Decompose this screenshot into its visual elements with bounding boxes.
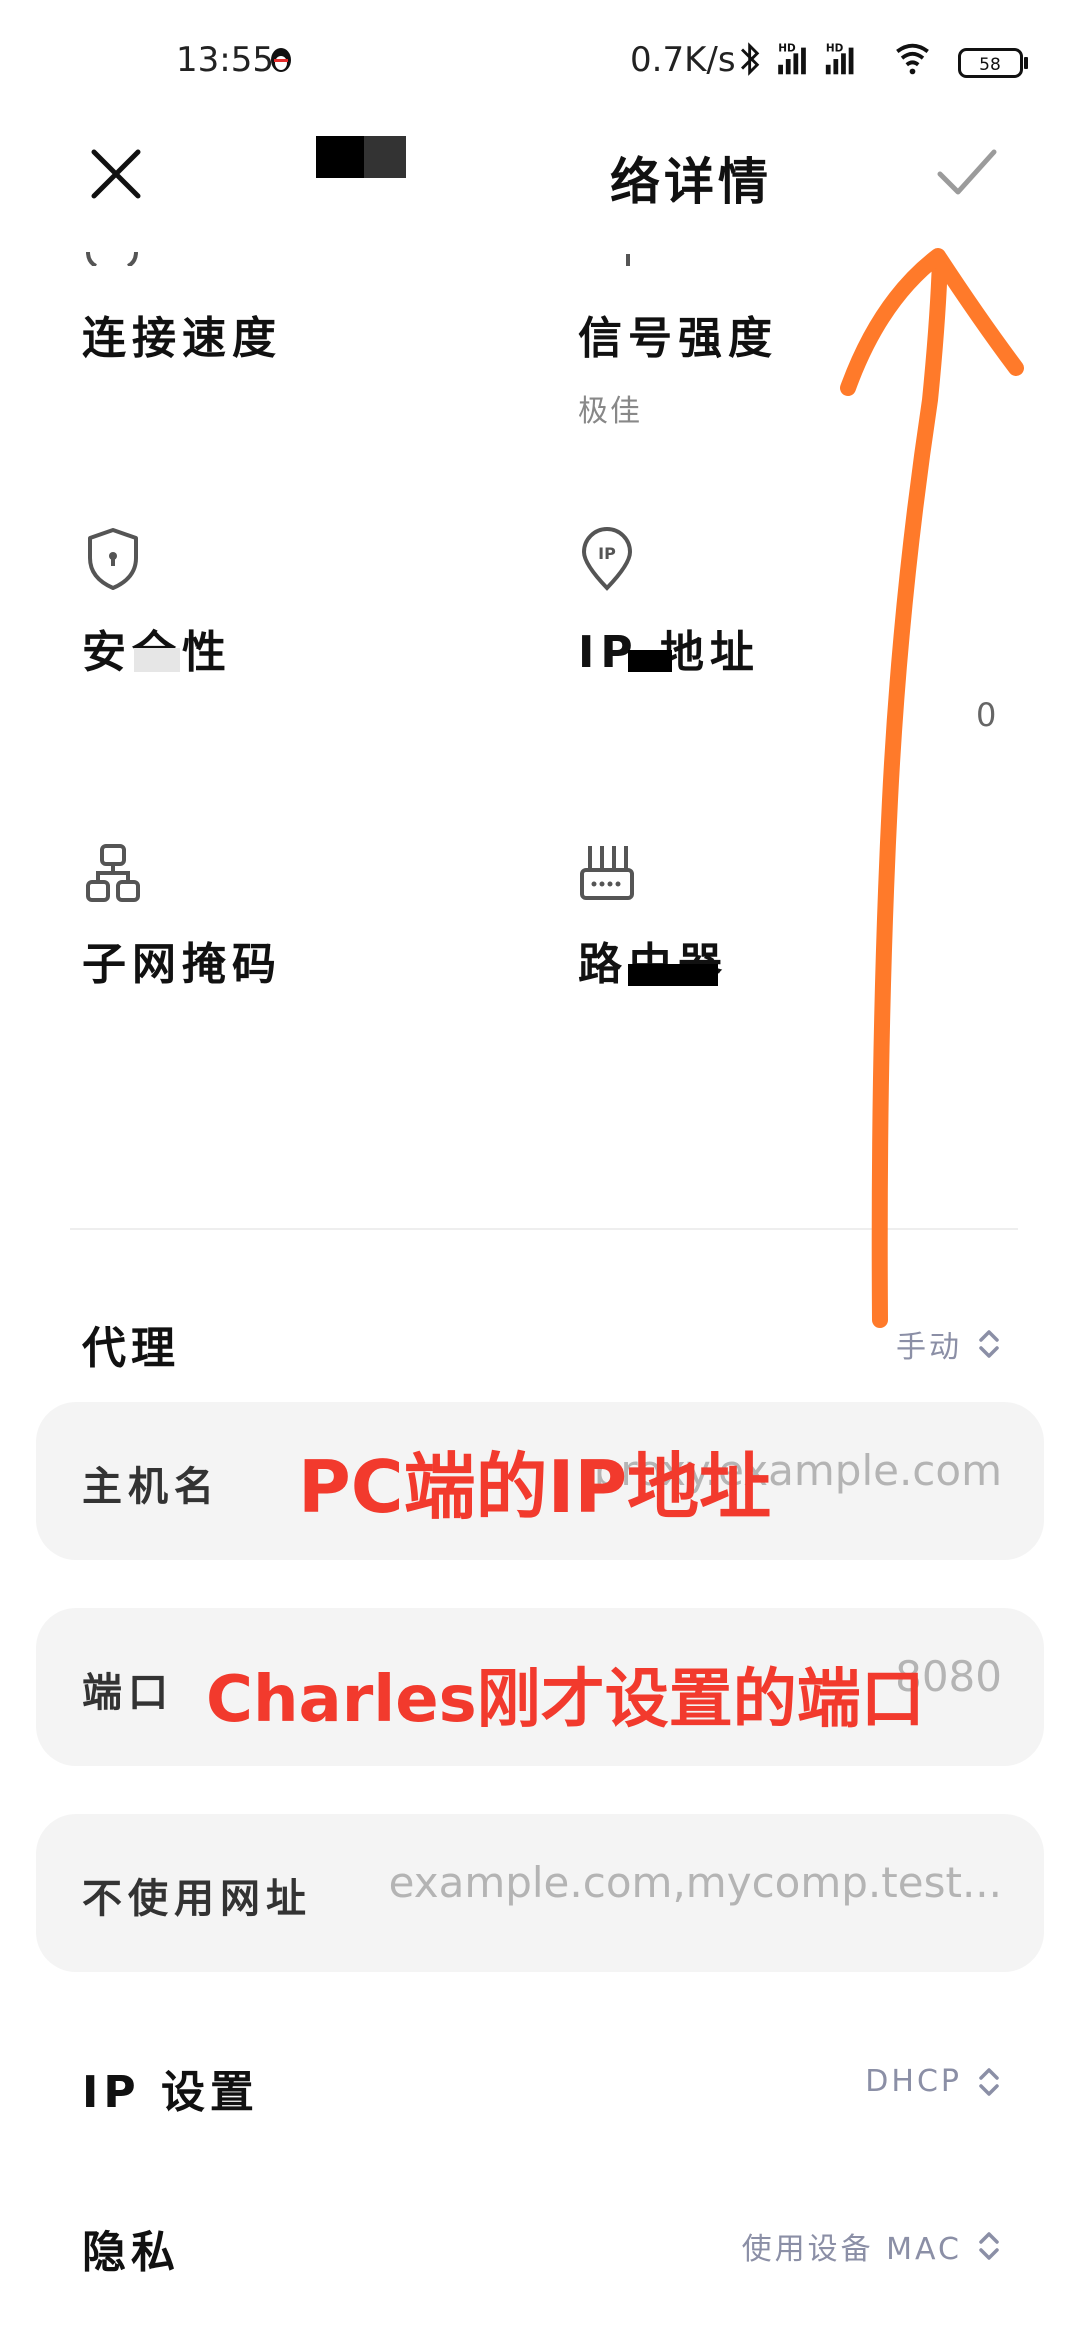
speed-icon-partial — [86, 252, 138, 266]
status-time: 13:55 — [176, 40, 274, 80]
ip-settings-label: IP 设置 — [82, 2067, 259, 2118]
proxy-label: 代理 — [82, 1323, 180, 1374]
signal-icon-1: HD — [778, 42, 806, 75]
ip-location-icon: IP — [581, 527, 633, 591]
shield-icon — [88, 528, 138, 590]
bluetooth-icon — [741, 42, 760, 76]
page-title: 络详情 — [610, 153, 772, 211]
title-redaction — [316, 136, 406, 178]
ip-address-redaction — [628, 650, 672, 672]
svg-text:58: 58 — [979, 55, 1001, 75]
signal-strength-label: 信号强度 — [578, 313, 778, 364]
wifi-icon — [896, 43, 929, 75]
bypass-field: 不使用网址 — [36, 1814, 1044, 1972]
privacy-value: 使用设备 MAC — [741, 2232, 962, 2267]
hostname-annotation: PC端的IP地址 — [298, 1445, 772, 1529]
chevron-updown-icon — [979, 2067, 999, 2096]
svg-text:HD: HD — [826, 42, 844, 54]
connection-speed-label: 连接速度 — [82, 313, 282, 364]
svg-text:IP: IP — [598, 544, 616, 563]
security-redaction — [134, 648, 180, 672]
port-label: 端口 — [82, 1670, 174, 1716]
signal-icon-2: HD — [825, 42, 854, 75]
router-redaction — [628, 964, 718, 986]
subnet-mask-icon — [86, 844, 140, 902]
privacy-label: 隐私 — [82, 2227, 180, 2278]
chevron-updown-icon — [979, 2232, 999, 2260]
qq-icon — [271, 48, 291, 72]
router-icon — [580, 846, 634, 900]
network-speed: 0.7K/s — [630, 40, 736, 80]
confirm-check-button[interactable] — [932, 138, 1000, 206]
bypass-input[interactable] — [362, 1858, 1002, 1907]
annotation-arrow-icon — [840, 248, 1024, 1328]
subnet-mask-label: 子网掩码 — [82, 939, 282, 990]
status-bar: 13:55 0.7K/s HD HD 58 — [0, 0, 1080, 120]
ip-settings-value: DHCP — [865, 2064, 962, 2099]
hostname-label: 主机名 — [82, 1464, 220, 1510]
status-icons: HD HD — [741, 42, 929, 76]
port-annotation: Charles刚才设置的端口 — [206, 1663, 925, 1737]
signal-strength-value: 极佳 — [578, 394, 642, 429]
battery-icon: 58 — [958, 48, 1028, 78]
svg-text:HD: HD — [778, 42, 796, 54]
close-button[interactable] — [82, 140, 150, 208]
signal-icon-partial — [626, 254, 630, 266]
bypass-label: 不使用网址 — [82, 1876, 312, 1922]
ip-settings-select[interactable]: DHCP — [865, 2064, 1000, 2099]
privacy-select[interactable]: 使用设备 MAC — [742, 2224, 1000, 2268]
